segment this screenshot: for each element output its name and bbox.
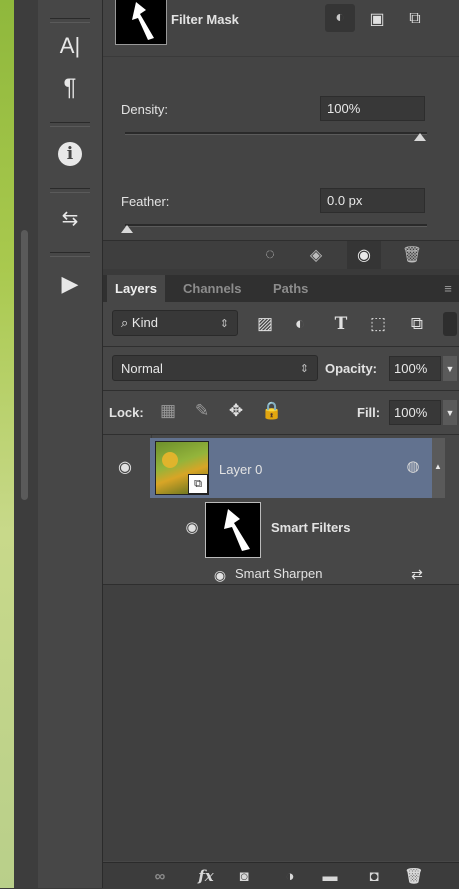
panel-menu-icon[interactable]: ≡ (439, 279, 457, 297)
divider (103, 56, 459, 57)
lock-label: Lock: (109, 405, 144, 420)
adjustment-layer-icon[interactable]: ◑ (279, 866, 301, 886)
layer-name[interactable]: Layer 0 (219, 462, 262, 477)
layer-filter-kind-select[interactable]: ⌕ Kind ⇕ (112, 310, 238, 336)
lock-all-icon[interactable]: 🔒 (261, 400, 283, 422)
info-icon: i (58, 142, 82, 166)
tab-layers[interactable]: Layers (107, 275, 165, 302)
smart-object-badge-icon: ⧉ (188, 474, 208, 494)
tab-channels[interactable]: Channels (175, 275, 250, 302)
feather-field[interactable]: 0.0 px (320, 188, 425, 213)
new-layer-icon[interactable]: ◘ (363, 866, 385, 886)
mask-icon: ◐ (335, 9, 345, 26)
dock-grip[interactable] (50, 18, 90, 23)
fill-dropdown-button[interactable]: ▼ (443, 400, 457, 425)
smart-object-indicator-icon: ◍ (406, 458, 420, 475)
smart-object-filter-icon[interactable]: ⧉ (405, 312, 429, 336)
dock-grip[interactable] (50, 188, 90, 193)
scroll-up-icon: ▲ (434, 462, 442, 471)
group-folder-icon[interactable]: ▬ (319, 866, 341, 886)
layer-thumbnail[interactable]: ⧉ (155, 441, 209, 495)
density-label: Density: (121, 102, 168, 117)
shape-layer-filter-icon[interactable]: ⬚ (366, 312, 390, 336)
chevron-down-icon: ▼ (445, 363, 455, 374)
density-field[interactable]: 100% (320, 96, 425, 121)
search-icon: ⌕ (121, 315, 129, 330)
visibility-toggle-icon[interactable]: ◉ (347, 241, 381, 269)
panel-dock-strip: A| ¶ i ⇆ ▶ (38, 0, 103, 888)
pixel-layer-filter-icon[interactable]: ▨ (253, 312, 277, 336)
delete-layer-icon[interactable]: 🗑 (403, 866, 425, 886)
layer-style-fx-icon[interactable]: fx (195, 866, 217, 886)
feather-slider-track[interactable] (125, 224, 427, 227)
canvas-edge (0, 0, 14, 888)
lock-transparent-pixels-icon[interactable]: ▦ (157, 400, 179, 422)
blend-mode-value: Normal (121, 360, 163, 376)
density-slider-handle[interactable] (414, 133, 426, 141)
properties-panel: Filter Mask ◐ ▣ ⧉ Density: 100% Feather:… (103, 0, 459, 265)
paragraph-panel-icon[interactable]: ¶ (52, 72, 88, 104)
layers-scrollbar[interactable]: ▲ (432, 438, 445, 498)
dock-grip[interactable] (50, 252, 90, 257)
load-selection-icon[interactable]: ◌ (259, 245, 281, 265)
filter-visibility-eye-icon[interactable]: ◉ (209, 565, 231, 585)
divider (103, 346, 459, 347)
info-panel-icon[interactable]: i (52, 138, 88, 170)
stepper-icon: ⇕ (219, 317, 229, 330)
filter-search-label: ⌕ Kind (121, 315, 158, 330)
feather-label: Feather: (121, 194, 170, 209)
panel-title: Filter Mask (171, 12, 239, 27)
filter-blending-options-icon[interactable]: ⇄ (406, 563, 428, 585)
vector-mask-button[interactable]: ▣ (363, 6, 391, 32)
feather-slider-handle[interactable] (121, 225, 133, 233)
layers-bottom-bar: ∞ fx ◙ ◑ ▬ ◘ 🗑 (103, 862, 459, 889)
smart-filters-visibility-eye-icon[interactable]: ◉ (180, 516, 204, 538)
fill-label: Fill: (357, 405, 381, 420)
filter-mask-thumbnail (115, 0, 167, 45)
stepper-icon: ⇕ (299, 362, 309, 375)
dock-grip[interactable] (50, 122, 90, 127)
lock-position-icon[interactable]: ✥ (225, 400, 247, 422)
opacity-label: Opacity: (325, 361, 378, 376)
blend-mode-select[interactable]: Normal ⇕ (112, 355, 318, 381)
filter-toggle-switch[interactable] (443, 312, 457, 336)
opacity-dropdown-button[interactable]: ▼ (443, 356, 457, 381)
apply-mask-icon[interactable]: ◈ (305, 245, 327, 265)
tab-paths[interactable]: Paths (265, 275, 316, 302)
type-layer-filter-icon[interactable]: T (329, 312, 353, 336)
delete-mask-icon[interactable]: 🗑 (401, 245, 423, 265)
properties-footer: ◌ ◈ ◉ 🗑 (103, 240, 459, 269)
divider (103, 434, 459, 435)
chevron-down-icon: ▼ (445, 407, 455, 418)
pixel-mask-button[interactable]: ◐ (325, 4, 355, 32)
add-mask-icon: ⧉ (409, 10, 421, 27)
add-mask-icon[interactable]: ◙ (233, 866, 255, 886)
opacity-field[interactable]: 100% (389, 356, 441, 381)
character-panel-icon[interactable]: A| (52, 30, 88, 62)
scrollbar-thumb[interactable] (21, 230, 28, 500)
density-slider-track[interactable] (125, 132, 427, 135)
lock-image-pixels-icon[interactable]: ✎ (191, 400, 213, 422)
panel-tabs: Layers Channels Paths ≡ (103, 275, 459, 302)
filter-name[interactable]: Smart Sharpen (235, 566, 322, 581)
smart-filter-mask-thumbnail[interactable] (205, 502, 261, 558)
layers-list-empty-area (103, 584, 459, 861)
smart-filters-label: Smart Filters (271, 520, 351, 535)
flower-shape (162, 452, 178, 468)
adjustment-layer-filter-icon[interactable]: ◐ (288, 312, 312, 336)
actions-panel-icon[interactable]: ▶ (52, 268, 88, 300)
layer-visibility-eye-icon[interactable]: ◉ (112, 455, 138, 479)
history-panel-icon[interactable]: ⇆ (52, 202, 88, 234)
add-mask-button[interactable]: ⧉ (401, 6, 429, 32)
fill-field[interactable]: 100% (389, 400, 441, 425)
divider (103, 390, 459, 391)
link-layers-icon[interactable]: ∞ (149, 866, 171, 886)
vector-mask-icon: ▣ (369, 11, 385, 28)
